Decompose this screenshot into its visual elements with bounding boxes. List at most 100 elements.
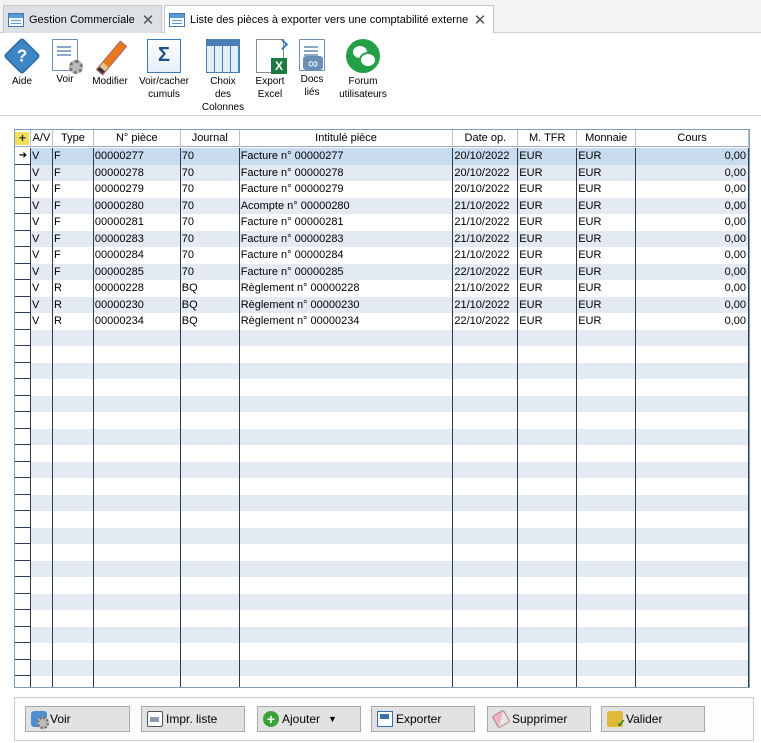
cell-monnaie[interactable]: [577, 593, 637, 610]
cell-av[interactable]: [31, 346, 53, 363]
empty-row[interactable]: [15, 461, 749, 478]
cell-intitule[interactable]: Acompte n° 00000280: [240, 197, 454, 214]
cell-intitule[interactable]: Facture n° 00000284: [240, 247, 454, 264]
cell-numero[interactable]: [94, 379, 181, 396]
cell-av[interactable]: [31, 593, 53, 610]
cell-av[interactable]: [31, 511, 53, 528]
cell-monnaie[interactable]: [577, 379, 637, 396]
cell-cours[interactable]: [636, 626, 749, 643]
export-excel-button[interactable]: Export Excel: [252, 39, 288, 101]
cell-intitule[interactable]: [240, 362, 454, 379]
cell-cours[interactable]: 0,00: [636, 197, 749, 214]
cell-monnaie[interactable]: EUR: [577, 181, 637, 198]
cell-journal[interactable]: 70: [181, 164, 240, 181]
cell-monnaie[interactable]: [577, 412, 637, 429]
row-indicator[interactable]: [15, 395, 31, 412]
cell-type[interactable]: R: [53, 280, 94, 297]
cell-intitule[interactable]: [240, 643, 454, 660]
cell-monnaie[interactable]: [577, 659, 637, 676]
cell-numero[interactable]: 00000228: [94, 280, 181, 297]
row-indicator[interactable]: [15, 181, 31, 198]
cell-type[interactable]: F: [53, 148, 94, 165]
choix-colonnes-button[interactable]: Choix des Colonnes: [200, 39, 246, 114]
cell-mtfr[interactable]: [518, 626, 578, 643]
cell-intitule[interactable]: [240, 428, 454, 445]
cell-date[interactable]: [453, 379, 519, 396]
cell-av[interactable]: [31, 544, 53, 561]
valider-button[interactable]: Valider: [601, 706, 705, 732]
cell-mtfr[interactable]: EUR: [518, 164, 578, 181]
row-indicator[interactable]: [15, 610, 31, 627]
empty-row[interactable]: [15, 593, 749, 610]
cell-journal[interactable]: [181, 478, 240, 495]
table-row[interactable]: V F 00000285 70 Facture n° 00000285 22/10/202…: [15, 263, 749, 280]
cell-av[interactable]: [31, 560, 53, 577]
cell-numero[interactable]: 00000284: [94, 247, 181, 264]
cell-journal[interactable]: [181, 329, 240, 346]
cell-intitule[interactable]: [240, 461, 454, 478]
cell-date[interactable]: [453, 395, 519, 412]
cell-cours[interactable]: 0,00: [636, 164, 749, 181]
column-header-mtfr[interactable]: M. TFR: [518, 130, 578, 147]
cell-type[interactable]: [53, 676, 94, 687]
cell-intitule[interactable]: [240, 610, 454, 627]
cell-date[interactable]: [453, 478, 519, 495]
cell-intitule[interactable]: [240, 560, 454, 577]
row-indicator[interactable]: [15, 659, 31, 676]
empty-row[interactable]: [15, 577, 749, 594]
cell-numero[interactable]: 00000230: [94, 296, 181, 313]
cell-numero[interactable]: [94, 395, 181, 412]
cell-cours[interactable]: [636, 362, 749, 379]
cell-journal[interactable]: 70: [181, 181, 240, 198]
column-header-cours[interactable]: Cours: [636, 130, 749, 147]
cell-type[interactable]: [53, 610, 94, 627]
row-indicator[interactable]: [15, 544, 31, 561]
cell-cours[interactable]: 0,00: [636, 214, 749, 231]
cell-journal[interactable]: [181, 379, 240, 396]
cell-numero[interactable]: 00000279: [94, 181, 181, 198]
cell-cours[interactable]: [636, 544, 749, 561]
cell-mtfr[interactable]: EUR: [518, 181, 578, 198]
cell-av[interactable]: [31, 659, 53, 676]
cell-monnaie[interactable]: EUR: [577, 263, 637, 280]
cell-journal[interactable]: [181, 362, 240, 379]
cell-type[interactable]: [53, 527, 94, 544]
cell-av[interactable]: [31, 527, 53, 544]
cell-journal[interactable]: [181, 643, 240, 660]
cell-type[interactable]: R: [53, 313, 94, 330]
empty-row[interactable]: [15, 527, 749, 544]
column-header-type[interactable]: Type: [53, 130, 94, 147]
cell-journal[interactable]: 70: [181, 263, 240, 280]
cell-monnaie[interactable]: [577, 395, 637, 412]
cell-type[interactable]: [53, 577, 94, 594]
row-indicator[interactable]: [15, 494, 31, 511]
empty-row[interactable]: [15, 560, 749, 577]
cell-numero[interactable]: [94, 560, 181, 577]
cell-type[interactable]: [53, 428, 94, 445]
cell-av[interactable]: V: [31, 313, 53, 330]
cell-cours[interactable]: 0,00: [636, 148, 749, 165]
cell-date[interactable]: 21/10/2022: [453, 197, 519, 214]
cell-monnaie[interactable]: [577, 577, 637, 594]
cell-av[interactable]: [31, 626, 53, 643]
cell-cours[interactable]: [636, 643, 749, 660]
cell-mtfr[interactable]: [518, 329, 578, 346]
row-indicator[interactable]: [15, 593, 31, 610]
cell-intitule[interactable]: [240, 478, 454, 495]
cell-av[interactable]: [31, 577, 53, 594]
cell-numero[interactable]: [94, 329, 181, 346]
empty-row[interactable]: [15, 478, 749, 495]
cell-intitule[interactable]: Facture n° 00000283: [240, 230, 454, 247]
cell-journal[interactable]: [181, 461, 240, 478]
cell-intitule[interactable]: Règlement n° 00000228: [240, 280, 454, 297]
cell-journal[interactable]: [181, 626, 240, 643]
cell-date[interactable]: 22/10/2022: [453, 313, 519, 330]
cell-type[interactable]: [53, 362, 94, 379]
cell-numero[interactable]: [94, 461, 181, 478]
cell-type[interactable]: [53, 346, 94, 363]
empty-row[interactable]: [15, 445, 749, 462]
cell-journal[interactable]: [181, 395, 240, 412]
row-indicator[interactable]: [15, 412, 31, 429]
cell-numero[interactable]: [94, 643, 181, 660]
cell-mtfr[interactable]: EUR: [518, 313, 578, 330]
